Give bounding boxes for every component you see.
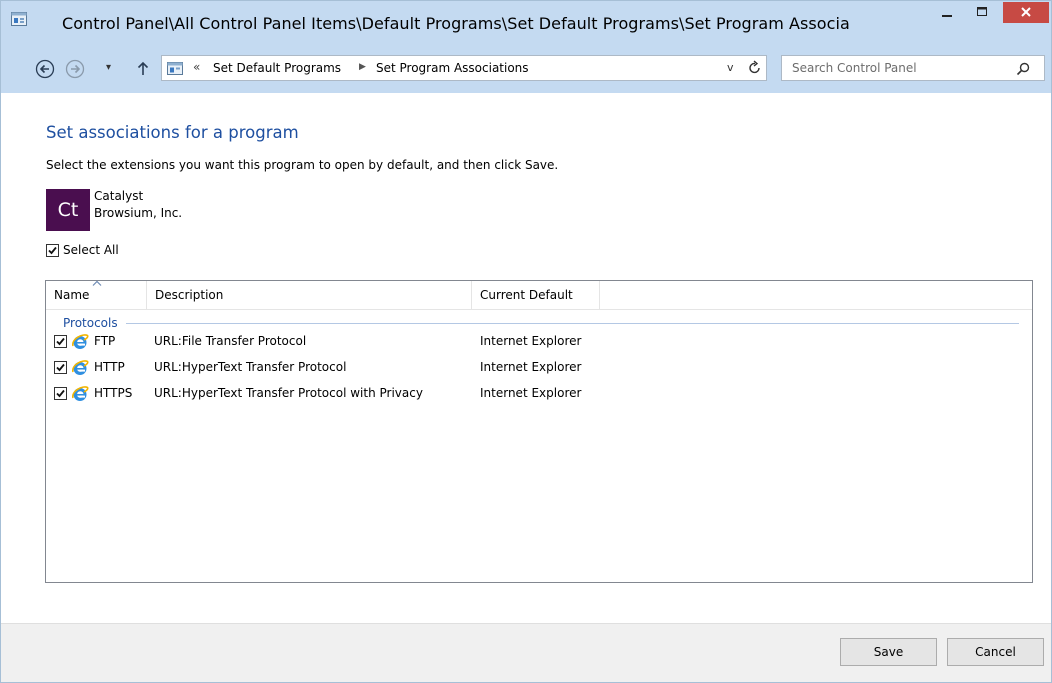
navigation-bar: ▾ « Set Default Programs ▶ Set Program A… (1, 47, 1051, 93)
sort-ascending-icon (92, 280, 102, 286)
internet-explorer-icon (72, 386, 89, 401)
page-title: Set associations for a program (46, 123, 299, 142)
row-description: URL:HyperText Transfer Protocol with Pri… (154, 386, 423, 400)
row-name: FTP (94, 334, 116, 348)
control-panel-window: Control Panel\All Control Panel Items\De… (0, 0, 1052, 683)
recent-locations-dropdown[interactable]: ▾ (106, 62, 111, 73)
catalyst-app-icon: Ct (46, 189, 90, 231)
row-checkbox[interactable] (54, 387, 67, 400)
row-current-default: Internet Explorer (480, 360, 582, 374)
column-name-label: Name (54, 288, 90, 302)
search-input[interactable]: Search Control Panel (792, 61, 917, 75)
breadcrumb-set-default-programs[interactable]: Set Default Programs (213, 61, 341, 75)
instructions-text: Select the extensions you want this prog… (46, 158, 559, 172)
cancel-button[interactable]: Cancel (947, 638, 1044, 666)
search-box[interactable]: Search Control Panel (781, 55, 1045, 81)
checkmark-icon (56, 389, 65, 398)
program-company: Browsium, Inc. (94, 206, 183, 220)
internet-explorer-icon (72, 360, 89, 375)
row-current-default: Internet Explorer (480, 386, 582, 400)
column-header-description[interactable]: Description (147, 281, 472, 310)
checkmark-icon (48, 246, 57, 255)
close-icon (1021, 7, 1031, 17)
row-current-default: Internet Explorer (480, 334, 582, 348)
breadcrumb-set-program-associations[interactable]: Set Program Associations (376, 61, 529, 75)
group-divider (126, 323, 1019, 324)
extensions-list[interactable]: Name Description Current Default Protoco… (45, 280, 1033, 583)
refresh-icon[interactable] (747, 60, 763, 76)
row-description: URL:File Transfer Protocol (154, 334, 307, 348)
address-overflow[interactable]: « (193, 60, 200, 74)
control-panel-icon (11, 12, 27, 26)
search-icon[interactable] (1015, 61, 1031, 77)
column-header-current-default[interactable]: Current Default (472, 281, 600, 310)
control-panel-small-icon (167, 62, 183, 75)
close-button[interactable] (1003, 2, 1049, 23)
select-all-label[interactable]: Select All (63, 243, 119, 257)
internet-explorer-icon (72, 334, 89, 349)
main-content: Set associations for a program Select th… (1, 93, 1051, 623)
list-header: Name Description Current Default (46, 280, 1032, 310)
row-description: URL:HyperText Transfer Protocol (154, 360, 347, 374)
maximize-icon[interactable] (969, 3, 995, 23)
title-bar[interactable]: Control Panel\All Control Panel Items\De… (1, 1, 1051, 47)
up-arrow-icon[interactable] (133, 59, 153, 79)
back-arrow-icon[interactable] (35, 59, 55, 79)
list-item[interactable]: HTTPS URL:HyperText Transfer Protocol wi… (46, 381, 1032, 407)
row-name: HTTP (94, 360, 125, 374)
forward-arrow-icon[interactable] (65, 59, 85, 79)
row-checkbox[interactable] (54, 361, 67, 374)
column-current-default-label: Current Default (480, 288, 573, 302)
select-all-checkbox[interactable] (46, 244, 59, 257)
breadcrumb-separator-icon[interactable]: ▶ (359, 62, 366, 72)
address-dropdown-icon[interactable]: v (727, 61, 734, 74)
dialog-footer: Save Cancel (1, 623, 1051, 682)
column-header-name[interactable]: Name (46, 280, 147, 310)
save-button[interactable]: Save (840, 638, 937, 666)
window-title: Control Panel\All Control Panel Items\De… (62, 14, 850, 33)
checkmark-icon (56, 363, 65, 372)
row-checkbox[interactable] (54, 335, 67, 348)
address-bar[interactable]: « Set Default Programs ▶ Set Program Ass… (161, 55, 767, 81)
list-item[interactable]: HTTP URL:HyperText Transfer Protocol Int… (46, 355, 1032, 381)
minimize-icon[interactable] (934, 3, 960, 23)
program-name: Catalyst (94, 189, 144, 203)
list-item[interactable]: FTP URL:File Transfer Protocol Internet … (46, 329, 1032, 355)
column-description-label: Description (155, 288, 224, 302)
checkmark-icon (56, 337, 65, 346)
group-header-protocols[interactable]: Protocols (63, 316, 118, 330)
row-name: HTTPS (94, 386, 133, 400)
